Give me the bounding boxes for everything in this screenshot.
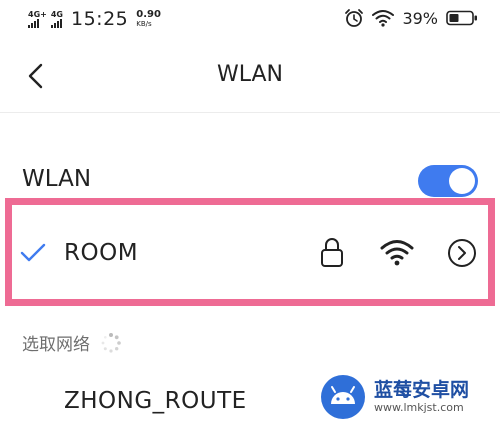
watermark-url: www.lmkjst.com [374, 401, 464, 414]
status-bar-right: 39% [344, 8, 478, 28]
network-type-label: 4G [50, 9, 63, 19]
wlan-toggle-label: WLAN [22, 166, 92, 192]
section-label: 选取网络 [22, 335, 90, 355]
highlight-box [5, 198, 495, 306]
signal-bars-icon [50, 18, 62, 28]
header-divider [0, 112, 500, 113]
status-bar-left: 4G+ 4G 15:25 0.90 KB/s [28, 8, 161, 30]
signal-1: 4G+ [28, 9, 47, 28]
wifi-status-icon [372, 10, 395, 27]
signal-2: 4G [50, 9, 63, 28]
alarm-icon [345, 9, 364, 27]
watermark: 蓝莓安卓网 www.lmkjst.com [318, 372, 493, 422]
watermark-text: 蓝莓安卓网 www.lmkjst.com [374, 379, 469, 415]
battery-icon [446, 10, 477, 26]
page-title: WLAN [216, 62, 284, 87]
network-section-header: 选取网络 [22, 330, 122, 355]
battery-percent: 39% [402, 8, 438, 28]
signal-bars-icon [28, 18, 39, 28]
watermark-name: 蓝莓安卓网 [374, 379, 470, 401]
speed-value: 0.90 [136, 9, 161, 20]
status-bar: 4G+ 4G 15:25 0.90 KB/s 39% [0, 0, 500, 40]
android-logo-icon [321, 375, 365, 419]
toggle-knob [449, 168, 475, 194]
clock: 15:25 [70, 8, 129, 30]
network-name: ZHONG_ROUTE [64, 388, 247, 414]
loading-spinner-icon [101, 332, 121, 353]
title-bar: WLAN [0, 48, 500, 104]
wlan-toggle-switch[interactable] [418, 165, 478, 197]
network-type-label: 4G+ [28, 9, 47, 19]
network-speed: 0.90 KB/s [136, 9, 161, 29]
speed-unit: KB/s [136, 20, 152, 28]
